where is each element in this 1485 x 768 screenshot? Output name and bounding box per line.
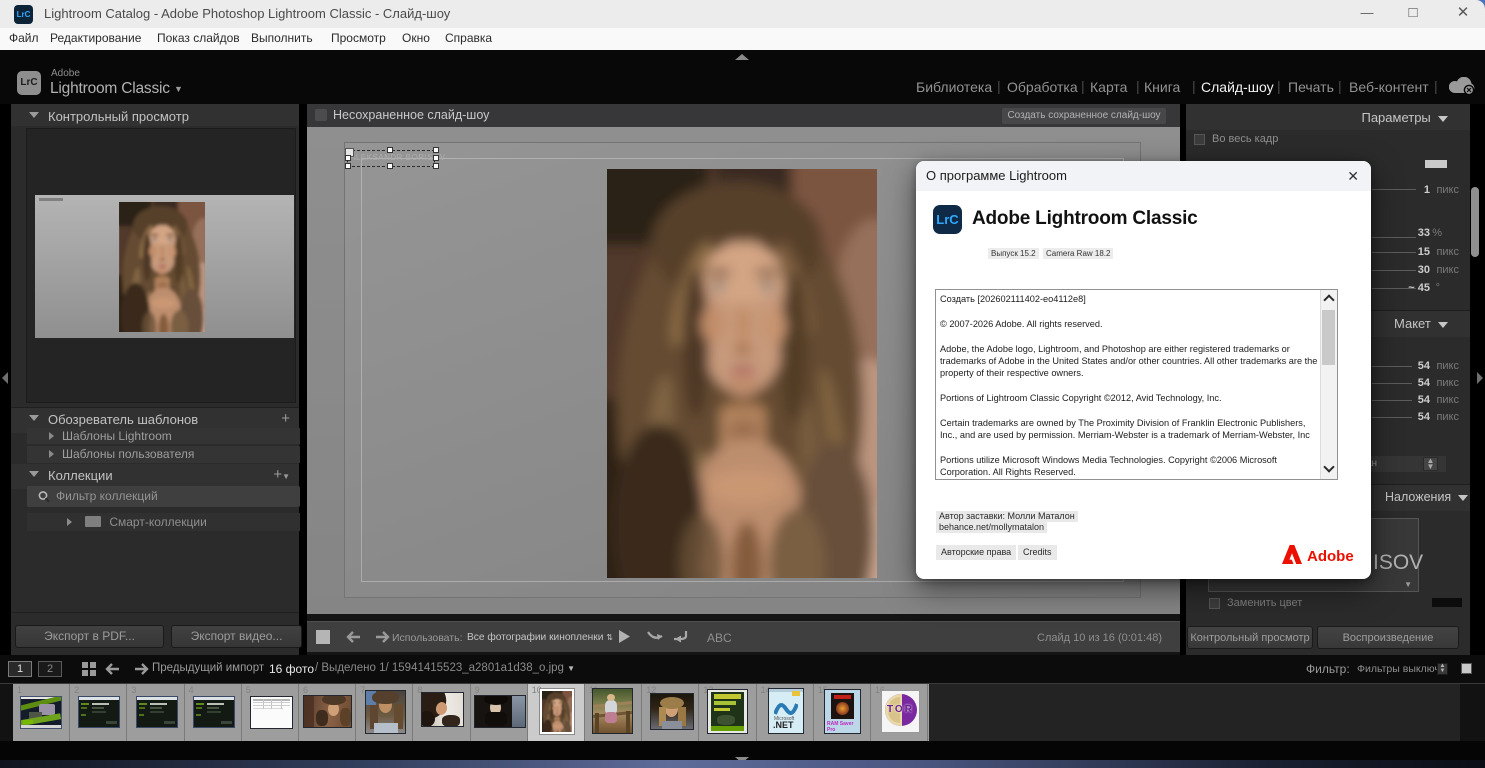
svg-text:Adobe: Adobe [1307, 548, 1354, 565]
